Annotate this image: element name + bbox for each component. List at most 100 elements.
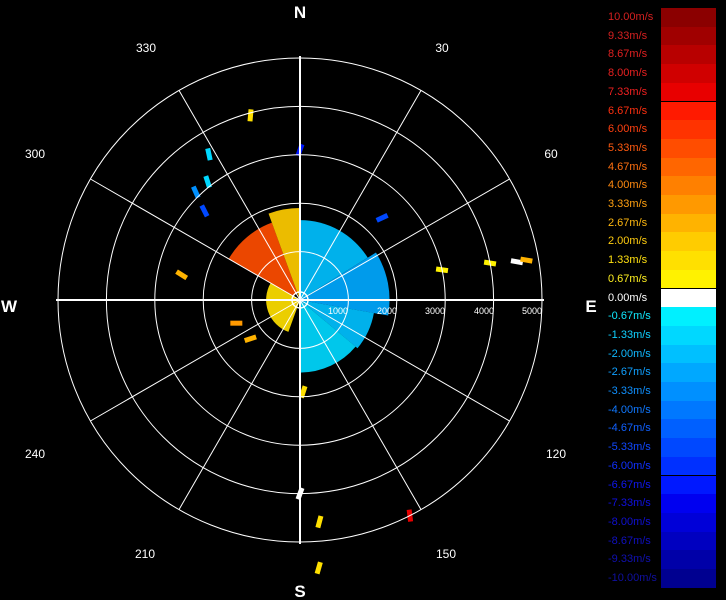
velocity-return-1 [205, 147, 213, 161]
legend-swatch [661, 569, 716, 588]
legend-swatch [661, 400, 716, 420]
velocity-return-4 [199, 204, 210, 218]
legend-label: -9.33m/s [608, 553, 651, 566]
velocity-return-12 [230, 320, 243, 326]
legend-swatch [661, 550, 716, 569]
legend-label: 0.67m/s [608, 272, 648, 285]
velocity-return-2 [203, 175, 212, 189]
compass-south-label: S [294, 582, 305, 600]
legend-row: 3.33m/s [605, 195, 717, 214]
velocity-color-legend: 10.00m/s 9.33m/s 8.67m/s 8.00m/s 7.33m/s 6.67… [605, 8, 717, 592]
legend-swatch [661, 213, 716, 233]
legend-label: -8.67m/s [608, 534, 651, 547]
legend-label: -4.00m/s [608, 403, 651, 416]
legend-label: 9.33m/s [608, 29, 648, 42]
legend-row: -1.33m/s [605, 325, 717, 345]
legend-swatch [661, 195, 716, 214]
legend-label: 3.33m/s [608, 198, 648, 210]
velocity-return-11 [175, 269, 189, 281]
legend-swatch [661, 176, 716, 195]
legend-swatch [661, 288, 716, 308]
legend-swatch [661, 512, 716, 532]
legend-label: 4.00m/s [608, 179, 648, 192]
legend-row: 8.67m/s [605, 45, 717, 65]
range-label-4000: 4000 [474, 306, 494, 316]
legend-label: -6.00m/s [608, 459, 651, 472]
bearing-label-330: 330 [136, 41, 156, 55]
legend-swatch [661, 531, 716, 551]
legend-swatch [661, 475, 716, 495]
bearing-label-120: 120 [546, 447, 566, 461]
legend-label: 6.67m/s [608, 104, 648, 117]
legend-row: -4.00m/s [605, 400, 717, 420]
legend-label: 2.67m/s [608, 216, 648, 229]
bearing-spoke-240 [90, 299, 301, 422]
compass-west-label: W [1, 297, 18, 316]
legend-label: 2.00m/s [608, 235, 648, 248]
velocity-return-13 [243, 334, 257, 343]
legend-swatch [661, 8, 716, 27]
legend-label: 4.67m/s [608, 160, 648, 173]
velocity-return-3 [191, 185, 201, 199]
legend-label: 1.33m/s [608, 254, 648, 267]
legend-row: 2.00m/s [605, 232, 717, 252]
legend-swatch [661, 344, 716, 364]
velocity-return-15 [315, 515, 324, 529]
legend-row: 4.67m/s [605, 157, 717, 177]
velocity-return-16 [314, 561, 323, 575]
legend-swatch [661, 269, 716, 289]
legend-label: -1.33m/s [608, 328, 651, 341]
bearing-spoke-210 [178, 299, 301, 510]
legend-label: -4.67m/s [608, 422, 651, 435]
bearing-label-60: 60 [544, 147, 558, 161]
legend-row: -3.33m/s [605, 382, 717, 401]
legend-swatch [661, 101, 716, 121]
range-label-3000: 3000 [425, 306, 445, 316]
range-label-2000: 2000 [377, 306, 397, 316]
legend-swatch [661, 232, 716, 252]
legend-row: -9.33m/s [605, 550, 717, 569]
legend-row: -5.33m/s [605, 438, 717, 457]
legend-label: 0.00m/s [608, 291, 648, 304]
legend-swatch [661, 307, 716, 326]
legend-row: 4.00m/s [605, 176, 717, 195]
bearing-label-240: 240 [25, 447, 45, 461]
legend-row: -6.67m/s [605, 475, 717, 495]
bearing-label-150: 150 [436, 547, 456, 561]
legend-swatch [661, 363, 716, 382]
legend-row: -2.67m/s [605, 363, 717, 382]
polar-radar-plot: N S E W 30 60 120 150 210 240 300 330 10… [1, 3, 597, 600]
bearing-label-30: 30 [435, 41, 449, 55]
legend-label: 5.33m/s [608, 141, 648, 154]
legend-row: 9.33m/s [605, 26, 717, 46]
legend-swatch [661, 382, 716, 401]
range-label-1000: 1000 [328, 306, 348, 316]
legend-label: 7.33m/s [608, 85, 648, 98]
legend-row: -0.67m/s [605, 307, 717, 326]
legend-swatch [661, 456, 716, 476]
legend-swatch [661, 438, 716, 457]
legend-row: -8.67m/s [605, 531, 717, 551]
compass-east-label: E [585, 297, 596, 316]
legend-row: 10.00m/s [605, 8, 717, 27]
legend-label: -6.67m/s [608, 478, 651, 491]
legend-row: 2.67m/s [605, 213, 717, 233]
legend-swatch [661, 138, 716, 158]
legend-label: 8.67m/s [608, 48, 648, 61]
legend-row: 5.33m/s [605, 138, 717, 158]
legend-swatch [661, 82, 716, 102]
legend-row: 8.00m/s [605, 64, 717, 83]
range-label-5000: 5000 [522, 306, 542, 316]
bearing-label-210: 210 [135, 547, 155, 561]
legend-row: 0.67m/s [605, 269, 717, 289]
legend-swatch [661, 120, 716, 139]
legend-row: -8.00m/s [605, 512, 717, 532]
legend-row: -10.00m/s [605, 569, 717, 588]
velocity-return-0 [247, 109, 254, 122]
compass-north-label: N [294, 3, 306, 22]
legend-label: -3.33m/s [608, 385, 651, 397]
legend-swatch [661, 26, 716, 46]
legend-row: 0.00m/s [605, 288, 717, 308]
legend-row: 6.67m/s [605, 101, 717, 121]
legend-row: -6.00m/s [605, 456, 717, 476]
